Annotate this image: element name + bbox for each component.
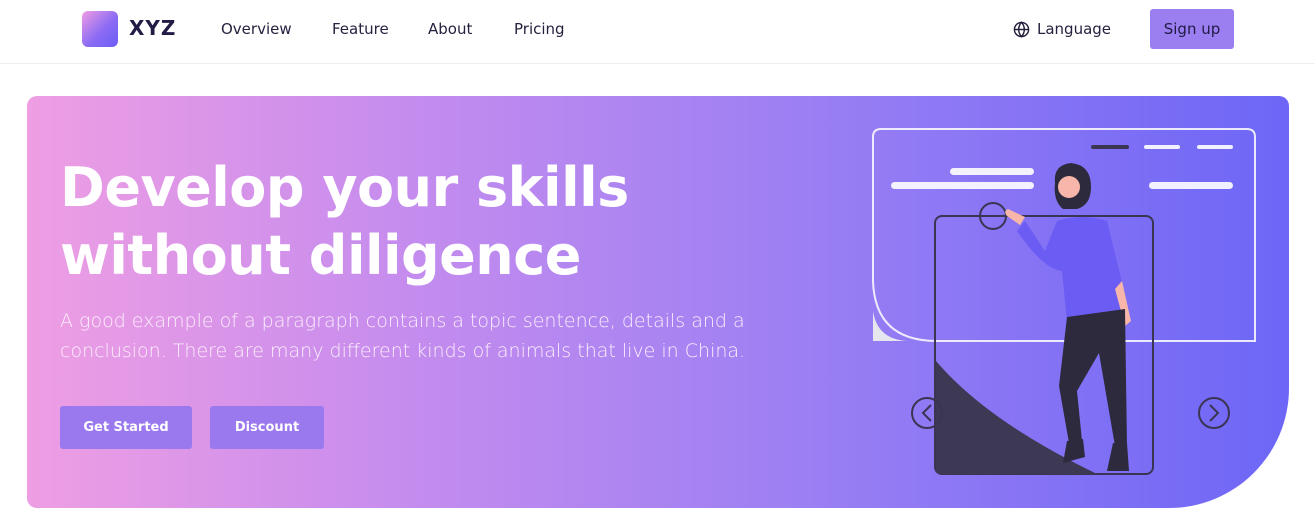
nav-feature[interactable]: Feature xyxy=(332,20,389,38)
window-line-dark xyxy=(1091,145,1129,149)
hero-illustration xyxy=(872,128,1256,475)
window-line xyxy=(1144,145,1180,149)
brand-name[interactable]: XYZ xyxy=(129,16,176,40)
window-line xyxy=(1149,182,1233,189)
woman-body xyxy=(1017,217,1129,321)
language-label: Language xyxy=(1037,20,1112,38)
hero-title-line-2: without diligence xyxy=(60,224,581,287)
hero-paragraph-line-2: conclusion. There are many different kin… xyxy=(60,340,746,362)
woman-face xyxy=(1058,176,1080,198)
woman-shoe-left xyxy=(1063,439,1085,463)
arrow-right-icon[interactable] xyxy=(1198,397,1230,429)
language-selector[interactable]: Language xyxy=(1013,20,1111,38)
window-line xyxy=(1197,145,1233,149)
hero-banner: Develop your skills without diligence A … xyxy=(27,96,1289,508)
signup-button[interactable]: Sign up xyxy=(1150,9,1234,49)
globe-icon xyxy=(1013,20,1030,38)
woman-legs xyxy=(1059,309,1127,446)
window-line xyxy=(950,168,1034,175)
navbar: XYZ Overview Feature About Pricing Langu… xyxy=(0,0,1314,64)
discount-button[interactable]: Discount xyxy=(210,406,324,449)
nav-overview[interactable]: Overview xyxy=(221,20,292,38)
hero-title-line-1: Develop your skills xyxy=(60,156,629,219)
nav-about[interactable]: About xyxy=(428,20,472,38)
hero-paragraph: A good example of a paragraph contains a… xyxy=(60,306,760,366)
woman-shoe-right xyxy=(1107,443,1129,471)
hero-title: Develop your skills without diligence xyxy=(60,154,760,290)
get-started-button[interactable]: Get Started xyxy=(60,406,192,449)
window-line xyxy=(891,182,1034,189)
logo-icon[interactable] xyxy=(82,11,118,47)
nav-pricing[interactable]: Pricing xyxy=(514,20,565,38)
hero-paragraph-line-1: A good example of a paragraph contains a… xyxy=(60,310,745,332)
